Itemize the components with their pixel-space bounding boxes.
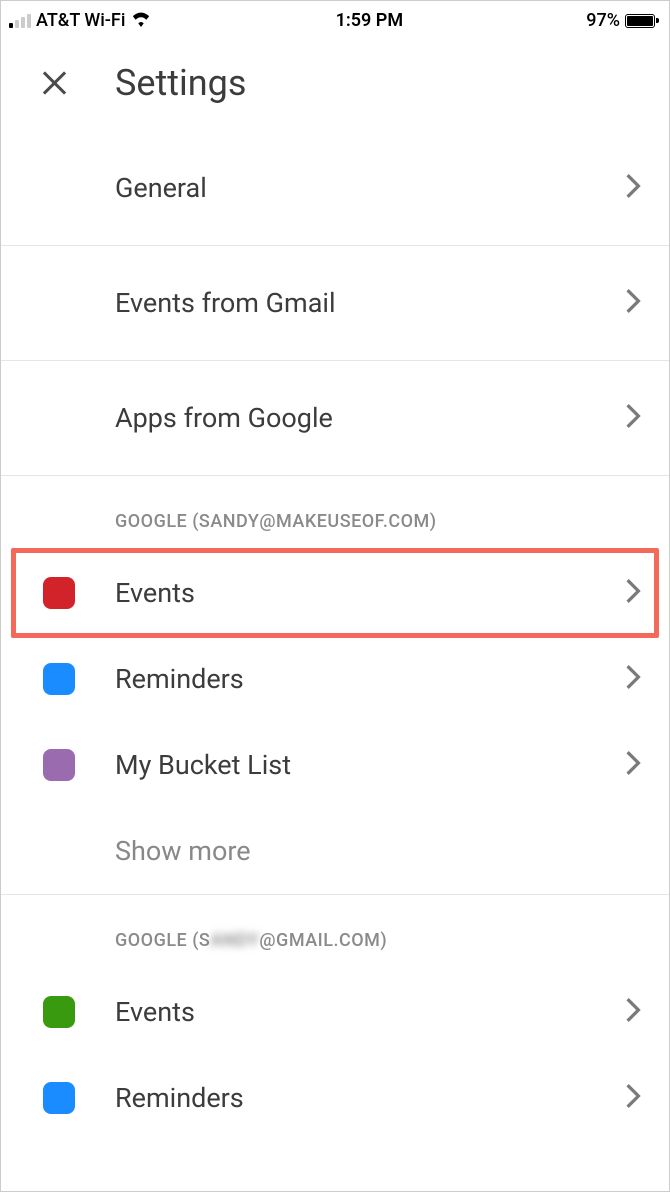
- chevron-right-icon: [625, 1083, 641, 1113]
- settings-item-general[interactable]: General: [1, 130, 669, 245]
- account-header: GOOGLE (SANDY@GMAIL.COM): [1, 895, 669, 969]
- carrier-label: AT&T Wi-Fi: [36, 10, 125, 31]
- row-label: Reminders: [115, 663, 625, 695]
- chevron-right-icon: [625, 997, 641, 1027]
- calendar-item-events[interactable]: Events: [1, 550, 669, 636]
- account-header: GOOGLE (SANDY@MAKEUSEOF.COM): [1, 476, 669, 550]
- page-title: Settings: [115, 62, 246, 104]
- status-bar: AT&T Wi-Fi 1:59 PM 97%: [1, 1, 669, 36]
- calendar-item-my-bucket-list[interactable]: My Bucket List: [1, 722, 669, 808]
- header-prefix: GOOGLE (S: [115, 930, 210, 951]
- header-blurred: ANDY: [210, 930, 259, 951]
- row-label: Events: [115, 996, 625, 1028]
- chevron-right-icon: [625, 750, 641, 780]
- header-suffix: @GMAIL.COM): [259, 930, 387, 951]
- chevron-right-icon: [625, 403, 641, 433]
- account-section-2: GOOGLE (SANDY@GMAIL.COM) Events Reminder…: [1, 894, 669, 1141]
- row-label: Events: [115, 577, 625, 609]
- color-chip: [43, 996, 75, 1028]
- row-label: Reminders: [115, 1082, 625, 1114]
- row-label: General: [115, 172, 625, 204]
- status-time: 1:59 PM: [336, 10, 404, 31]
- color-chip: [43, 1082, 75, 1114]
- color-chip: [43, 663, 75, 695]
- page-header: Settings: [1, 36, 669, 130]
- close-icon[interactable]: [41, 70, 67, 96]
- calendar-item-reminders[interactable]: Reminders: [1, 636, 669, 722]
- row-label: My Bucket List: [115, 749, 625, 781]
- show-more-button[interactable]: Show more: [1, 808, 669, 894]
- calendar-item-reminders[interactable]: Reminders: [1, 1055, 669, 1141]
- status-left: AT&T Wi-Fi: [9, 9, 152, 32]
- chevron-right-icon: [625, 664, 641, 694]
- account-section-1: GOOGLE (SANDY@MAKEUSEOF.COM) Events Remi…: [1, 475, 669, 894]
- calendar-item-events[interactable]: Events: [1, 969, 669, 1055]
- chevron-right-icon: [625, 288, 641, 318]
- color-chip: [43, 749, 75, 781]
- status-right: 97%: [586, 10, 655, 31]
- chevron-right-icon: [625, 578, 641, 608]
- chevron-right-icon: [625, 173, 641, 203]
- signal-icon: [9, 14, 31, 28]
- row-label: Events from Gmail: [115, 287, 625, 319]
- battery-percentage: 97%: [586, 10, 620, 31]
- color-chip: [43, 577, 75, 609]
- wifi-icon: [130, 9, 152, 32]
- battery-icon: [625, 14, 655, 28]
- row-label: Apps from Google: [115, 402, 625, 434]
- settings-item-events-from-gmail[interactable]: Events from Gmail: [1, 245, 669, 360]
- row-label: Show more: [115, 835, 641, 867]
- settings-item-apps-from-google[interactable]: Apps from Google: [1, 360, 669, 475]
